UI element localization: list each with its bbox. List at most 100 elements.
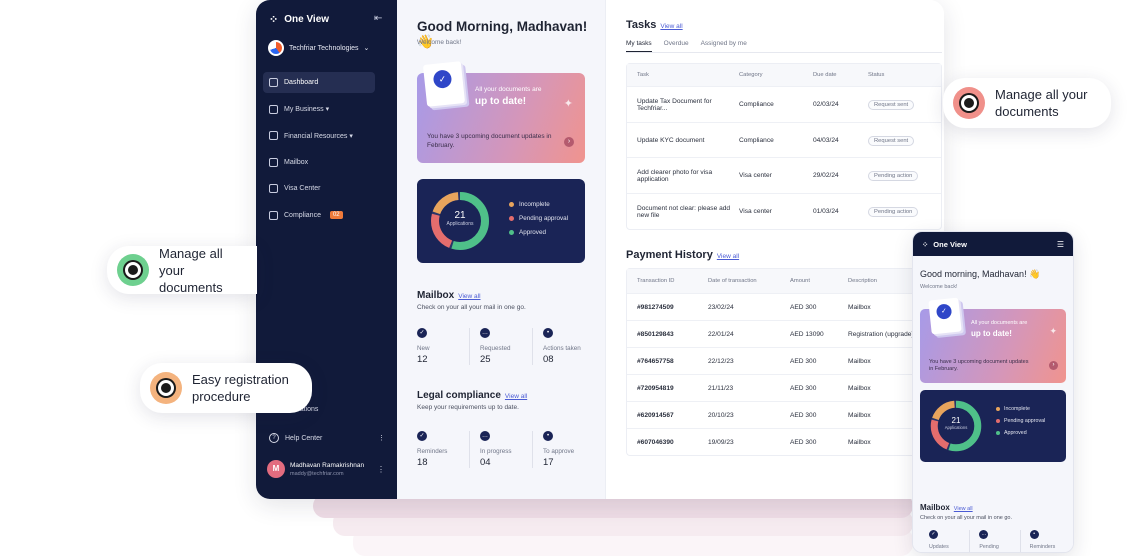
stat-label: Updates: [929, 544, 949, 550]
sidebar-item-visa-center[interactable]: Visa Center: [263, 178, 375, 199]
more-options-icon[interactable]: ⋮: [377, 465, 385, 474]
table-row[interactable]: Update Tax Document for Techfriar... Com…: [627, 86, 941, 122]
table-row[interactable]: #764657758 22/12/23 AED 300 Mailbox: [627, 347, 942, 374]
grid-icon: [269, 78, 278, 87]
legend-label: Approved: [1004, 430, 1027, 436]
feature-text: Manage all your documents: [159, 245, 223, 295]
applications-count-label: Applications: [446, 221, 474, 227]
sidebar-item-mailbox[interactable]: Mailbox: [263, 152, 375, 173]
legend-dot: [996, 407, 1000, 411]
transaction-id: #981274509: [637, 303, 674, 311]
arrow-right-icon[interactable]: ›: [564, 137, 574, 147]
applications-card[interactable]: 21 Applications Incomplete Pending appro…: [417, 179, 585, 263]
logo-icon: ⁘: [922, 239, 929, 249]
user-profile[interactable]: M Madhavan Ramakrishnan maddy@techfriar.…: [267, 460, 385, 478]
column-header: Category: [739, 72, 763, 78]
table-row[interactable]: #620914567 20/10/23 AED 300 Mailbox: [627, 401, 942, 428]
stat-in-progress[interactable]: … In progress 04: [469, 431, 532, 468]
brand[interactable]: ⁘ One View: [269, 13, 329, 26]
transaction-date: 22/01/24: [708, 330, 734, 338]
document-icon: [269, 131, 278, 141]
stat-reminders[interactable]: • Reminders 08: [1019, 530, 1070, 553]
table-row[interactable]: #607046390 19/09/23 AED 300 Mailbox: [627, 428, 942, 455]
legend-dot: [509, 216, 514, 221]
column-header: Due date: [813, 72, 837, 78]
task-due-date: 04/03/24: [813, 136, 839, 144]
sidebar-nav: Dashboard My Business ▾ Financial Resour…: [263, 72, 375, 232]
stat-requested[interactable]: … Requested 25: [469, 328, 532, 365]
doc-card-line1: All your documents are: [971, 320, 1028, 326]
documents-status-card[interactable]: ✓ All your documents are up to date! ✦ Y…: [417, 61, 585, 163]
column-header: Status: [868, 72, 885, 78]
stat-actions-taken[interactable]: • Actions taken 08: [532, 328, 595, 365]
mobile-mailbox-subtitle: Check on your all your mail in one go.: [920, 515, 1013, 521]
legal-stats: ✓ Reminders 18 … In progress 04 • To approve 1…: [417, 431, 595, 468]
legal-view-all-link[interactable]: View all: [505, 393, 527, 400]
legend-label: Incomplete: [519, 201, 550, 208]
table-header: Task Category Due date Status: [627, 64, 941, 86]
mobile-welcome: Welcome back!: [920, 284, 958, 290]
table-row[interactable]: #720954819 21/11/23 AED 300 Mailbox: [627, 374, 942, 401]
stat-label: To approve: [543, 448, 575, 455]
stat-new[interactable]: ✓ New 12: [417, 328, 469, 365]
verified-icon: ✓: [417, 328, 427, 338]
sidebar-item-my-business[interactable]: My Business ▾: [263, 99, 375, 120]
mailbox-view-all-link[interactable]: View all: [458, 293, 480, 300]
collapse-sidebar-icon[interactable]: ⇤: [374, 13, 382, 24]
legend-item-pending: Pending approval: [509, 215, 568, 222]
mobile-header: ⁘ One View ☰: [913, 232, 1073, 256]
mobile-mailbox-view-all-link[interactable]: View all: [954, 506, 973, 512]
tasks-table: Task Category Due date Status Update Tax…: [626, 63, 942, 230]
table-row[interactable]: #981274509 23/02/24 AED 300 Mailbox: [627, 293, 942, 320]
payments-view-all-link[interactable]: View all: [717, 253, 739, 260]
column-header: Amount: [790, 278, 810, 284]
legend-label: Pending approval: [519, 215, 569, 222]
doc-card-footer: You have 3 upcoming document updates in …: [929, 359, 1029, 373]
table-row[interactable]: #850129843 22/01/24 AED 13090 Registrati…: [627, 320, 942, 347]
table-row[interactable]: Add clearer photo for visa application V…: [627, 157, 941, 193]
tab-my-tasks[interactable]: My tasks: [626, 40, 652, 52]
stat-reminders[interactable]: ✓ Reminders 18: [417, 431, 469, 468]
status-badge: Request sent: [868, 100, 915, 110]
sidebar-item-help-center[interactable]: ? Help Center ⋮: [269, 433, 385, 443]
arrow-right-icon[interactable]: ›: [1049, 361, 1058, 370]
mobile-applications-card[interactable]: 21 Applications Incomplete Pending appro…: [920, 390, 1066, 462]
applications-count-label: Applications: [944, 425, 968, 430]
hamburger-menu-icon[interactable]: ☰: [1057, 240, 1064, 249]
desktop-app-window: ⁘ One View ⇤ Techfriar Technologies ⌄ Da…: [256, 0, 944, 499]
tab-assigned-by-me[interactable]: Assigned by me: [701, 40, 747, 52]
tasks-title: Tasks: [626, 19, 657, 31]
stat-value: 25: [979, 552, 1019, 553]
document-illustration: ✓: [422, 61, 466, 107]
tasks-and-payments: Tasks View all My tasks Overdue Assigned …: [605, 0, 944, 499]
mobile-brand-name: One View: [933, 239, 967, 249]
feature-pill-manage-documents-left: Manage all your documents: [107, 245, 257, 295]
stat-value: 08: [1030, 552, 1070, 553]
legal-section-title: Legal compliance View all: [417, 390, 527, 401]
legend-label: Pending approval: [1004, 418, 1046, 424]
sidebar-item-compliance[interactable]: Compliance 02: [263, 205, 375, 226]
applications-count: 21: [454, 210, 466, 221]
sidebar-item-dashboard[interactable]: Dashboard: [263, 72, 375, 93]
transaction-id: #620914567: [637, 411, 674, 419]
sidebar-item-label: Visa Center: [284, 185, 321, 193]
table-row[interactable]: Document not clear: please add new file …: [627, 193, 941, 229]
stat-value: 25: [480, 354, 491, 365]
user-info: Madhavan Ramakrishnan maddy@techfriar.co…: [290, 462, 364, 477]
tab-overdue[interactable]: Overdue: [664, 40, 689, 52]
mailbox-title: Mailbox: [417, 290, 455, 301]
tasks-view-all-link[interactable]: View all: [660, 23, 682, 30]
sidebar-item-financial-resources[interactable]: Financial Resources ▾: [263, 125, 375, 146]
sidebar-item-label: Mailbox: [284, 158, 309, 166]
legend-dot: [996, 431, 1000, 435]
more-options-icon[interactable]: ⋮: [378, 434, 385, 442]
org-selector[interactable]: Techfriar Technologies ⌄: [268, 40, 369, 56]
mobile-documents-card[interactable]: ✓ All your documents are up to date! ✦ Y…: [920, 297, 1066, 383]
task-due-date: 02/03/24: [813, 101, 839, 108]
sidebar-item-label: Financial Resources ▾: [284, 132, 353, 140]
table-row[interactable]: Update KYC document Compliance 04/03/24 …: [627, 122, 941, 157]
stat-updates[interactable]: ✓ Updates 12: [920, 530, 969, 552]
transaction-date: 21/11/23: [708, 384, 734, 392]
stat-pending[interactable]: … Pending 25: [969, 530, 1019, 553]
stat-to-approve[interactable]: • To approve 17: [532, 431, 595, 468]
